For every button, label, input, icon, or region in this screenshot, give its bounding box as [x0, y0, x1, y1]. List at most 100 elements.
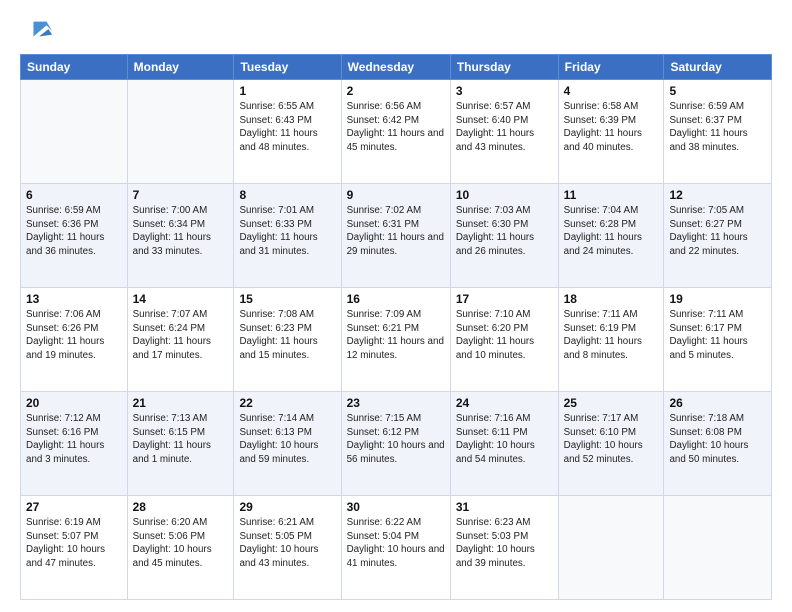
day-of-week-header: Tuesday	[234, 55, 341, 80]
calendar-cell: 11 Sunrise: 7:04 AM Sunset: 6:28 PM Dayli…	[558, 184, 664, 288]
day-info: Sunrise: 7:05 AM Sunset: 6:27 PM Dayligh…	[669, 204, 766, 259]
day-info: Sunrise: 7:09 AM Sunset: 6:21 PM Dayligh…	[347, 308, 445, 363]
day-info: Sunrise: 7:11 AM Sunset: 6:17 PM Dayligh…	[669, 308, 766, 363]
header-row: SundayMondayTuesdayWednesdayThursdayFrid…	[21, 55, 772, 80]
calendar-cell: 2 Sunrise: 6:56 AM Sunset: 6:42 PM Daylig…	[341, 80, 450, 184]
day-info: Sunrise: 6:58 AM Sunset: 6:39 PM Dayligh…	[564, 100, 659, 155]
day-number: 18	[564, 292, 659, 306]
day-info: Sunrise: 6:22 AM Sunset: 5:04 PM Dayligh…	[347, 516, 445, 571]
day-info: Sunrise: 7:14 AM Sunset: 6:13 PM Dayligh…	[239, 412, 335, 467]
day-info: Sunrise: 7:10 AM Sunset: 6:20 PM Dayligh…	[456, 308, 553, 363]
logo	[20, 16, 54, 44]
day-number: 21	[133, 396, 229, 410]
day-number: 2	[347, 84, 445, 98]
calendar-cell	[664, 496, 772, 600]
day-number: 14	[133, 292, 229, 306]
day-info: Sunrise: 6:19 AM Sunset: 5:07 PM Dayligh…	[26, 516, 122, 571]
calendar-cell	[127, 80, 234, 184]
day-number: 28	[133, 500, 229, 514]
calendar-cell: 13 Sunrise: 7:06 AM Sunset: 6:26 PM Dayli…	[21, 288, 128, 392]
calendar-cell: 30 Sunrise: 6:22 AM Sunset: 5:04 PM Dayli…	[341, 496, 450, 600]
calendar-cell: 23Sunrise: 7:15 AM Sunset: 6:12 PM Dayli…	[341, 392, 450, 496]
calendar-cell: 24 Sunrise: 7:16 AM Sunset: 6:11 PM Dayli…	[450, 392, 558, 496]
day-of-week-header: Monday	[127, 55, 234, 80]
calendar-week-row: 1 Sunrise: 6:55 AM Sunset: 6:43 PM Daylig…	[21, 80, 772, 184]
day-number: 23	[347, 396, 445, 410]
day-info: Sunrise: 6:23 AM Sunset: 5:03 PM Dayligh…	[456, 516, 553, 571]
calendar-cell: 16 Sunrise: 7:09 AM Sunset: 6:21 PM Dayli…	[341, 288, 450, 392]
day-number: 4	[564, 84, 659, 98]
day-info: Sunrise: 7:04 AM Sunset: 6:28 PM Dayligh…	[564, 204, 659, 259]
day-info: Sunrise: 6:57 AM Sunset: 6:40 PM Dayligh…	[456, 100, 553, 155]
day-number: 7	[133, 188, 229, 202]
calendar-cell: 10 Sunrise: 7:03 AM Sunset: 6:30 PM Dayli…	[450, 184, 558, 288]
calendar-cell: 31 Sunrise: 6:23 AM Sunset: 5:03 PM Dayli…	[450, 496, 558, 600]
header	[20, 16, 772, 44]
day-info: Sunrise: 6:55 AM Sunset: 6:43 PM Dayligh…	[239, 100, 335, 155]
day-number: 3	[456, 84, 553, 98]
calendar-week-row: 20 Sunrise: 7:12 AM Sunset: 6:16 PM Dayli…	[21, 392, 772, 496]
day-number: 11	[564, 188, 659, 202]
day-number: 29	[239, 500, 335, 514]
day-number: 5	[669, 84, 766, 98]
calendar-cell: 26Sunrise: 7:18 AM Sunset: 6:08 PM Dayli…	[664, 392, 772, 496]
calendar-cell: 22 Sunrise: 7:14 AM Sunset: 6:13 PM Dayli…	[234, 392, 341, 496]
calendar-table: SundayMondayTuesdayWednesdayThursdayFrid…	[20, 54, 772, 600]
page: SundayMondayTuesdayWednesdayThursdayFrid…	[0, 0, 792, 612]
day-info: Sunrise: 6:59 AM Sunset: 6:37 PM Dayligh…	[669, 100, 766, 155]
calendar-cell: 3 Sunrise: 6:57 AM Sunset: 6:40 PM Daylig…	[450, 80, 558, 184]
calendar-week-row: 13 Sunrise: 7:06 AM Sunset: 6:26 PM Dayli…	[21, 288, 772, 392]
day-info: Sunrise: 6:21 AM Sunset: 5:05 PM Dayligh…	[239, 516, 335, 571]
day-info: Sunrise: 7:02 AM Sunset: 6:31 PM Dayligh…	[347, 204, 445, 259]
calendar-cell: 12 Sunrise: 7:05 AM Sunset: 6:27 PM Dayli…	[664, 184, 772, 288]
day-number: 27	[26, 500, 122, 514]
day-info: Sunrise: 7:06 AM Sunset: 6:26 PM Dayligh…	[26, 308, 122, 363]
day-number: 1	[239, 84, 335, 98]
day-info: Sunrise: 7:16 AM Sunset: 6:11 PM Dayligh…	[456, 412, 553, 467]
calendar-cell: 8 Sunrise: 7:01 AM Sunset: 6:33 PM Daylig…	[234, 184, 341, 288]
day-number: 24	[456, 396, 553, 410]
day-number: 13	[26, 292, 122, 306]
calendar-cell: 4 Sunrise: 6:58 AM Sunset: 6:39 PM Daylig…	[558, 80, 664, 184]
day-number: 25	[564, 396, 659, 410]
calendar-cell: 17Sunrise: 7:10 AM Sunset: 6:20 PM Dayli…	[450, 288, 558, 392]
day-number: 10	[456, 188, 553, 202]
day-number: 20	[26, 396, 122, 410]
day-number: 12	[669, 188, 766, 202]
calendar-cell: 28 Sunrise: 6:20 AM Sunset: 5:06 PM Dayli…	[127, 496, 234, 600]
day-number: 26	[669, 396, 766, 410]
day-info: Sunrise: 7:13 AM Sunset: 6:15 PM Dayligh…	[133, 412, 229, 467]
day-info: Sunrise: 6:20 AM Sunset: 5:06 PM Dayligh…	[133, 516, 229, 571]
calendar-cell: 19 Sunrise: 7:11 AM Sunset: 6:17 PM Dayli…	[664, 288, 772, 392]
calendar-week-row: 6Sunrise: 6:59 AM Sunset: 6:36 PM Daylig…	[21, 184, 772, 288]
day-info: Sunrise: 7:07 AM Sunset: 6:24 PM Dayligh…	[133, 308, 229, 363]
day-info: Sunrise: 7:17 AM Sunset: 6:10 PM Dayligh…	[564, 412, 659, 467]
calendar-cell: 1 Sunrise: 6:55 AM Sunset: 6:43 PM Daylig…	[234, 80, 341, 184]
day-number: 6	[26, 188, 122, 202]
calendar-cell: 5 Sunrise: 6:59 AM Sunset: 6:37 PM Daylig…	[664, 80, 772, 184]
calendar-cell: 25 Sunrise: 7:17 AM Sunset: 6:10 PM Dayli…	[558, 392, 664, 496]
day-number: 31	[456, 500, 553, 514]
day-of-week-header: Friday	[558, 55, 664, 80]
logo-icon	[26, 16, 54, 44]
day-info: Sunrise: 7:03 AM Sunset: 6:30 PM Dayligh…	[456, 204, 553, 259]
day-info: Sunrise: 7:11 AM Sunset: 6:19 PM Dayligh…	[564, 308, 659, 363]
day-info: Sunrise: 7:01 AM Sunset: 6:33 PM Dayligh…	[239, 204, 335, 259]
calendar-cell: 27 Sunrise: 6:19 AM Sunset: 5:07 PM Dayli…	[21, 496, 128, 600]
day-number: 19	[669, 292, 766, 306]
calendar-cell: 15Sunrise: 7:08 AM Sunset: 6:23 PM Dayli…	[234, 288, 341, 392]
day-of-week-header: Saturday	[664, 55, 772, 80]
day-of-week-header: Sunday	[21, 55, 128, 80]
day-number: 22	[239, 396, 335, 410]
day-number: 8	[239, 188, 335, 202]
day-info: Sunrise: 7:00 AM Sunset: 6:34 PM Dayligh…	[133, 204, 229, 259]
day-info: Sunrise: 7:08 AM Sunset: 6:23 PM Dayligh…	[239, 308, 335, 363]
day-of-week-header: Wednesday	[341, 55, 450, 80]
day-info: Sunrise: 7:12 AM Sunset: 6:16 PM Dayligh…	[26, 412, 122, 467]
day-info: Sunrise: 6:56 AM Sunset: 6:42 PM Dayligh…	[347, 100, 445, 155]
day-number: 30	[347, 500, 445, 514]
calendar-cell: 6Sunrise: 6:59 AM Sunset: 6:36 PM Daylig…	[21, 184, 128, 288]
calendar-cell: 20 Sunrise: 7:12 AM Sunset: 6:16 PM Dayli…	[21, 392, 128, 496]
calendar-week-row: 27 Sunrise: 6:19 AM Sunset: 5:07 PM Dayli…	[21, 496, 772, 600]
day-number: 16	[347, 292, 445, 306]
